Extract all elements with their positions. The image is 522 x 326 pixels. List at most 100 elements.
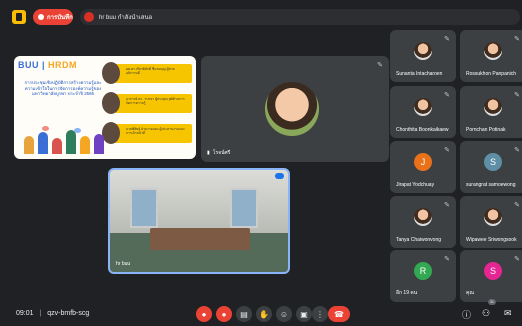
room-window	[130, 188, 158, 228]
slide-logo: BUU | HRDM	[18, 60, 77, 70]
record-dot-icon	[38, 14, 44, 20]
slide-speaker-card: นายพิศิษฐ์ ฝ่ายวางแผน ผู้ประสานงานกองการ…	[102, 122, 192, 144]
recording-label: การบันทึก	[47, 15, 73, 21]
slide-logo-sep: |	[39, 60, 49, 70]
presenter-avatar	[84, 12, 94, 22]
slide-title: การประชุมเชิงปฏิบัติการสร้างความรู้และคว…	[24, 80, 102, 96]
presenting-label: hr buu กำลังนำเสนอ	[99, 15, 153, 21]
speaking-indicator-icon	[275, 173, 284, 179]
participant-avatar	[484, 208, 502, 226]
illustration-person	[80, 136, 90, 154]
participant-avatar: J	[414, 153, 432, 171]
recording-badge[interactable]: การบันทึก	[33, 9, 73, 25]
participant-tile[interactable]: ✎ Wipawee Sriwongsook	[460, 196, 522, 248]
participant-name: ▮ โรจน์ศรี	[207, 149, 230, 157]
speaker-text: ผศ.ดร.เกียรติศักดิ์ ชื่นชมบุญ ผู้ช่วยอธิ…	[126, 67, 175, 76]
slide-speaker-card: ผศ.ดร.เกียรติศักดิ์ ชื่นชมบุญ ผู้ช่วยอธิ…	[102, 62, 192, 84]
presentation-tile[interactable]: BUU | HRDM การประชุมเชิงปฏิบัติการสร้างค…	[14, 56, 196, 159]
pin-icon[interactable]: ✎	[514, 146, 520, 154]
pin-icon[interactable]: ✎	[444, 255, 450, 263]
people-icon[interactable]: ⚇	[482, 308, 490, 319]
participant-tile[interactable]: ✎ J Jirapat Yodchuay	[390, 141, 456, 193]
pin-icon[interactable]: ✎	[444, 146, 450, 154]
participant-name: Tanya Chaiwonvong	[396, 237, 442, 243]
participant-name: Chonthita Boonkaikaew	[396, 127, 449, 133]
emoji-button[interactable]: ☺	[276, 306, 292, 322]
speaker-photo	[102, 92, 120, 114]
participant-avatar	[414, 42, 432, 60]
pin-icon[interactable]: ✎	[514, 35, 520, 43]
pin-small-icon: ▮	[207, 150, 210, 156]
participant-avatar	[414, 98, 432, 116]
participant-name: Sunanta Intacharoen	[396, 71, 443, 77]
present-button[interactable]: ▣	[296, 306, 312, 322]
participant-name: อีก 19 คน	[396, 290, 418, 296]
speech-bubble-icon	[74, 128, 81, 133]
participant-video	[265, 82, 319, 136]
mic-off-button[interactable]: ●	[196, 306, 212, 322]
pin-icon[interactable]: ✎	[444, 91, 450, 99]
participant-name-text: โรจน์ศรี	[212, 150, 231, 156]
speaker-text: นายพิศิษฐ์ ฝ่ายวางแผน ผู้ประสานงานกองการ…	[126, 127, 185, 136]
meet-logo-icon	[12, 10, 26, 24]
info-icon[interactable]: ⓘ	[462, 308, 471, 321]
participant-avatar	[484, 98, 502, 116]
bottom-toolbar: 09:01 | qzv-bmfb-scg ● ● ▤ ✋ ☺ ▣ ⋮ ☎ ⓘ ⚇…	[0, 302, 522, 326]
participant-tile[interactable]: ✎ Chonthita Boonkaikaew	[390, 86, 456, 138]
room-window	[230, 188, 258, 228]
pin-icon[interactable]: ✎	[514, 91, 520, 99]
slide-logo-main: BUU	[18, 60, 39, 70]
camera-off-button[interactable]: ●	[216, 306, 232, 322]
illustration-person	[66, 130, 76, 154]
participant-tile-main[interactable]: ✎ ▮ โรจน์ศรี	[201, 56, 389, 162]
chat-icon[interactable]: ✉	[504, 308, 512, 319]
participant-count-badge: 31	[488, 299, 496, 305]
slide-illustration	[22, 126, 108, 154]
participant-tile[interactable]: ✎ Ssurangrat samoewong	[460, 141, 522, 193]
illustration-person	[38, 132, 48, 154]
pin-icon[interactable]: ✎	[514, 201, 520, 209]
participant-name: surangrat samoewong	[466, 182, 516, 188]
illustration-person	[24, 136, 34, 154]
speech-bubble-icon	[42, 126, 49, 131]
room-table	[150, 228, 250, 250]
slide-logo-accent: HRDM	[48, 60, 78, 70]
captions-button[interactable]: ▤	[236, 306, 252, 322]
participant-tile[interactable]: ✎ Pornchan Potinak	[460, 86, 522, 138]
speaker-photo	[102, 62, 120, 84]
illustration-person	[94, 134, 104, 154]
participant-tile[interactable]: ✎ Sunanta Intacharoen	[390, 30, 456, 82]
participant-name: Wipawee Sriwongsook	[466, 237, 517, 243]
presenting-banner[interactable]: hr buu กำลังนำเสนอ	[80, 9, 520, 25]
illustration-person	[52, 138, 62, 154]
participant-avatar	[414, 208, 432, 226]
meeting-code: qzv-bmfb-scg	[47, 310, 90, 317]
participant-name: hr buu	[116, 261, 131, 267]
participant-tile[interactable]: ✎ Rossukhon Panpanich	[460, 30, 522, 82]
pin-icon[interactable]: ✎	[444, 35, 450, 43]
meeting-info: 09:01 | qzv-bmfb-scg	[16, 310, 89, 317]
pin-icon[interactable]: ✎	[377, 61, 383, 69]
participant-tile[interactable]: ✎ Tanya Chaiwonvong	[390, 196, 456, 248]
raise-hand-button[interactable]: ✋	[256, 306, 272, 322]
pin-icon[interactable]: ✎	[514, 255, 520, 263]
participant-avatar	[484, 42, 502, 60]
pin-icon[interactable]: ✎	[444, 201, 450, 209]
top-bar: การบันทึก hr buu กำลังนำเสนอ	[0, 0, 522, 30]
participant-avatar: S	[484, 153, 502, 171]
participant-name: คุณ	[466, 290, 474, 296]
participant-avatar: S	[484, 262, 502, 280]
clock-text: 09:01	[16, 310, 34, 317]
active-speaker-tile[interactable]: hr buu	[108, 168, 290, 274]
slide-speaker-card: อาจารย์ ดร. วรรณา ผู้ทรงคุณวุฒิด้านการจั…	[102, 92, 192, 114]
leave-call-button[interactable]: ☎	[328, 306, 350, 322]
participant-name: Pornchan Potinak	[466, 127, 506, 133]
more-options-button[interactable]: ⋮	[312, 306, 328, 322]
speaker-text: อาจารย์ ดร. วรรณา ผู้ทรงคุณวุฒิด้านการจั…	[126, 97, 185, 106]
participant-tile[interactable]: ✎ S คุณ	[460, 250, 522, 302]
participant-name: Rossukhon Panpanich	[466, 71, 517, 77]
participant-avatar: R	[414, 262, 432, 280]
participant-name: Jirapat Yodchuay	[396, 182, 435, 188]
participant-tile[interactable]: ✎ R อีก 19 คน	[390, 250, 456, 302]
separator: |	[39, 310, 42, 317]
